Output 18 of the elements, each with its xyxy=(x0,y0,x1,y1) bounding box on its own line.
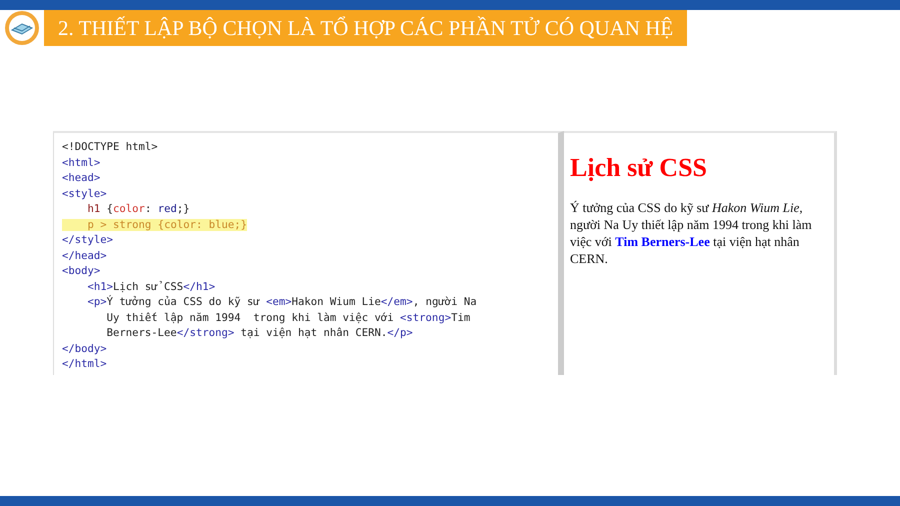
code-line: </style> xyxy=(62,234,114,246)
slide-title: 2. THIẾT LẬP BỘ CHỌN LÀ TỔ HỢP CÁC PHẦN TỬ CÓ QUAN HỆ xyxy=(44,10,688,46)
code-line: </html> xyxy=(62,358,107,370)
code-line: <head> xyxy=(62,172,100,184)
code-line: </head> xyxy=(62,250,107,262)
code-line: <html> xyxy=(62,156,100,168)
code-line: </body> xyxy=(62,342,107,354)
code-line: <style> xyxy=(62,188,107,200)
book-icon xyxy=(4,10,40,46)
code-line: Uy thiết lập năm 1994 trong khi làm việc với <strong>Tim xyxy=(106,312,470,324)
preview-heading: Lịch sử CSS xyxy=(570,153,707,183)
code-line: <!DOCTYPE html> xyxy=(62,141,158,153)
code-line: <h1>Lịch sử CSS</h1> xyxy=(86,280,216,292)
code-line: Berners-Lee</strong> tại viện hạt nhân CERN.</p> xyxy=(106,327,413,339)
preview-paragraph: Ý tưởng của CSS do kỹ sư Hakon Wium Lie, người Na Uy thiết lập năm 1994 trong khi làm việc với Tim Berners-Lee tại viện hạt nhân CERN. xyxy=(570,199,813,267)
code-line: <p>Ý tưởng của CSS do kỹ sư <em>Hakon Wium Lie</em>, người Na xyxy=(86,296,477,308)
code-line: <body> xyxy=(62,265,100,277)
code-line: h1 {color: red;} xyxy=(86,203,190,215)
